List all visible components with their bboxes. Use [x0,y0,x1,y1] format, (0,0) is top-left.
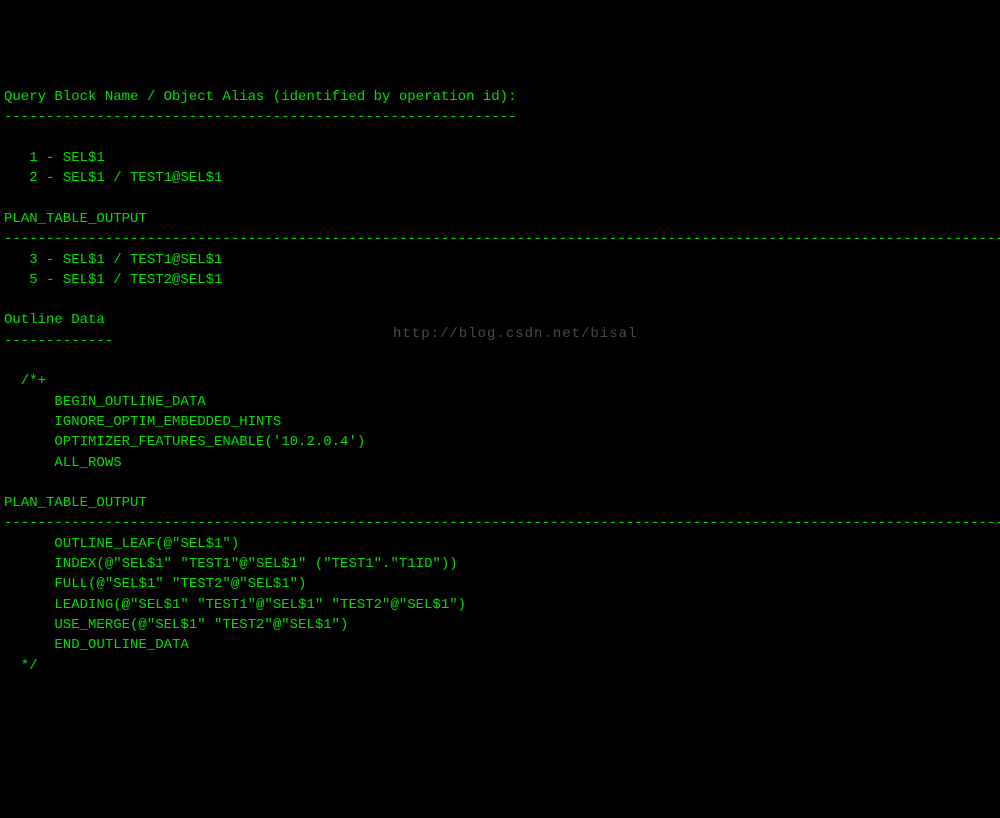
hint-block-close: */ [4,658,38,674]
hint-index: INDEX(@"SEL$1" "TEST1"@"SEL$1" ("TEST1".… [4,556,458,572]
hint-leading: LEADING(@"SEL$1" "TEST1"@"SEL$1" "TEST2"… [4,597,466,613]
hint-begin-outline: BEGIN_OUTLINE_DATA [4,394,206,410]
hint-end-outline: END_OUTLINE_DATA [4,637,189,653]
hint-use-merge: USE_MERGE(@"SEL$1" "TEST2"@"SEL$1") [4,617,348,633]
hint-ignore-optim: IGNORE_OPTIM_EMBEDDED_HINTS [4,414,281,430]
plan-table-output-header-2: PLAN_TABLE_OUTPUT [4,495,147,511]
hint-optimizer-features: OPTIMIZER_FEATURES_ENABLE('10.2.0.4') [4,434,365,450]
outline-data-header: Outline Data [4,312,105,328]
block-entry-1: 1 - SEL$1 [4,150,105,166]
block-entry-3: 3 - SEL$1 / TEST1@SEL$1 [4,252,222,268]
block-entry-2: 2 - SEL$1 / TEST1@SEL$1 [4,170,222,186]
block-entry-5: 5 - SEL$1 / TEST2@SEL$1 [4,272,222,288]
hint-outline-leaf: OUTLINE_LEAF(@"SEL$1") [4,536,239,552]
long-divider-2: ----------------------------------------… [4,515,1000,531]
hint-all-rows: ALL_ROWS [4,455,122,471]
long-divider: ----------------------------------------… [4,231,1000,247]
header-divider: ----------------------------------------… [4,109,516,125]
outline-divider: ------------- [4,333,113,349]
query-block-header: Query Block Name / Object Alias (identif… [4,89,516,105]
hint-full: FULL(@"SEL$1" "TEST2"@"SEL$1") [4,576,306,592]
terminal-content: Query Block Name / Object Alias (identif… [4,87,1000,676]
plan-table-output-header: PLAN_TABLE_OUTPUT [4,211,147,227]
hint-block-open: /*+ [4,373,46,389]
